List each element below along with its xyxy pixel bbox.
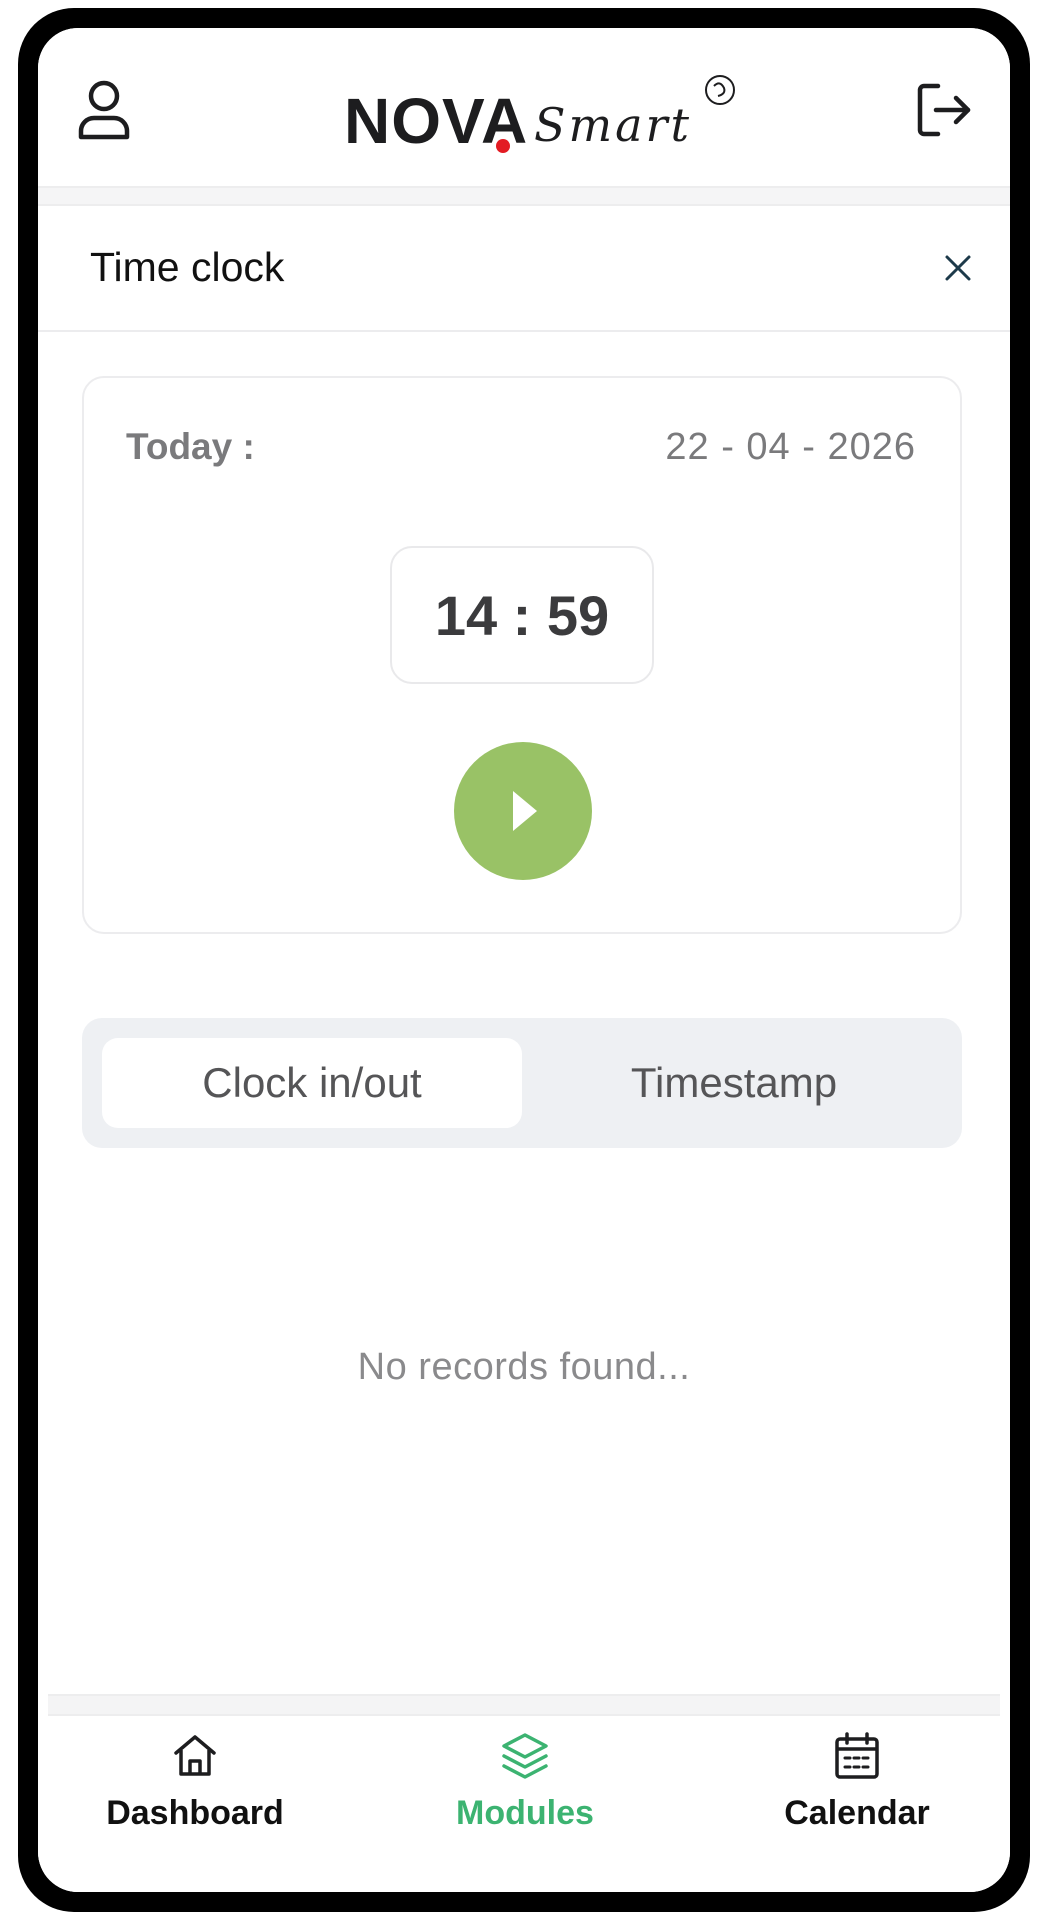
nav-label-modules: Modules bbox=[456, 1794, 594, 1832]
page-title: Time clock bbox=[90, 244, 285, 290]
layers-icon bbox=[502, 1733, 548, 1779]
header-divider bbox=[38, 186, 1010, 206]
nav-label-dashboard: Dashboard bbox=[106, 1794, 284, 1832]
nav-divider bbox=[48, 1694, 1000, 1716]
logout-icon bbox=[917, 83, 971, 137]
tab-timestamp[interactable]: Timestamp bbox=[524, 1038, 944, 1128]
nav-label-calendar: Calendar bbox=[784, 1794, 930, 1832]
logout-button[interactable] bbox=[904, 70, 984, 150]
bottom-nav: Dashboard Modules Calendar bbox=[38, 1716, 1010, 1892]
close-icon bbox=[945, 255, 971, 281]
nav-item-modules[interactable]: Modules bbox=[405, 1728, 645, 1858]
nova-smart-logo: NOVA Smart bbox=[344, 72, 735, 172]
logo-swirl-icon bbox=[705, 75, 735, 105]
logo-red-dot bbox=[496, 139, 510, 153]
home-icon bbox=[174, 1735, 216, 1776]
time-card: Today : 22 - 04 - 2026 14 : 59 bbox=[82, 376, 962, 934]
nav-item-calendar[interactable]: Calendar bbox=[737, 1728, 977, 1858]
device-frame: NOVA Smart Time clock Today: 22 - 04 - … bbox=[18, 8, 1030, 1912]
app-screen: NOVA Smart Time clock Today: 22 - 04 - … bbox=[38, 28, 1010, 1892]
play-icon bbox=[513, 791, 537, 831]
logo-sub: Smart bbox=[534, 98, 693, 152]
title-bar: Time clock bbox=[38, 206, 1010, 332]
today-date: 22 - 04 - 2026 bbox=[665, 426, 916, 468]
close-button[interactable] bbox=[926, 236, 990, 300]
current-time: 14 : 59 bbox=[390, 546, 654, 684]
user-icon bbox=[78, 80, 130, 140]
profile-button[interactable] bbox=[64, 70, 144, 150]
records-tab-bar: Clock in/out Timestamp bbox=[82, 1018, 962, 1148]
calendar-icon bbox=[835, 1732, 879, 1779]
nav-item-dashboard[interactable]: Dashboard bbox=[75, 1728, 315, 1858]
empty-records-message: No records found... bbox=[357, 1346, 691, 1388]
clock-in-play-button[interactable] bbox=[454, 742, 592, 880]
app-header: NOVA Smart bbox=[38, 28, 1010, 186]
today-label: Today : bbox=[126, 426, 255, 467]
tab-clock-in-out[interactable]: Clock in/out bbox=[102, 1038, 522, 1128]
